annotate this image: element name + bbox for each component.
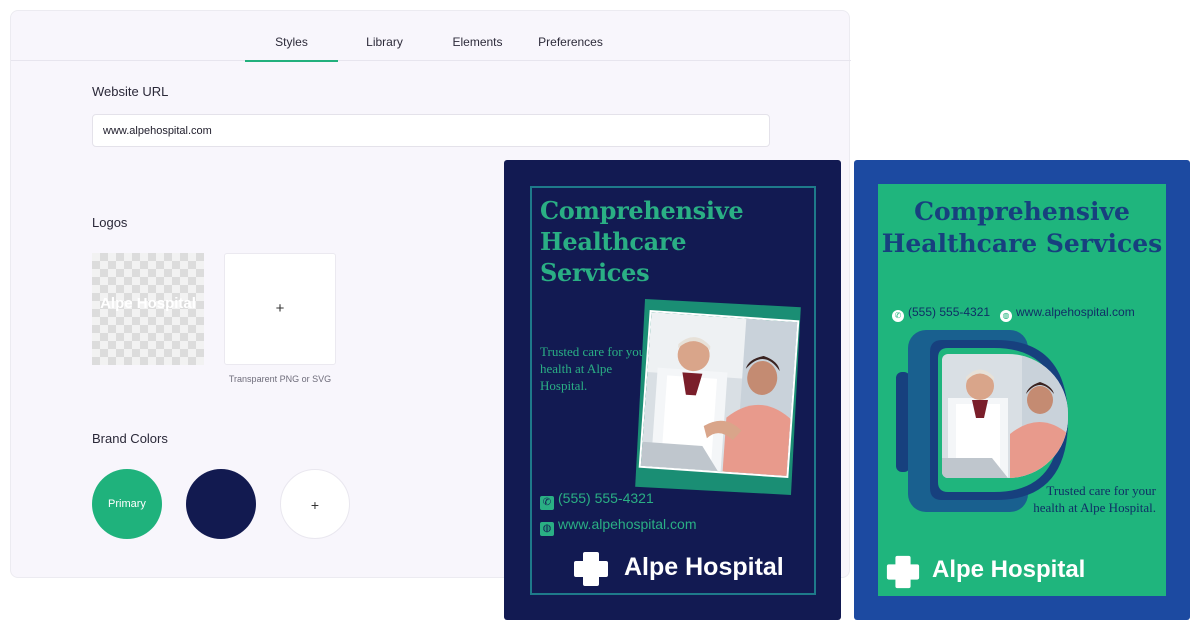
canvas: Styles Library Elements Preferences Webs… [0,0,1200,630]
poster-website-text: www.alpehospital.com [1016,305,1135,319]
tab-elements[interactable]: Elements [431,11,524,61]
poster-phone-text: (555) 555-4321 [908,305,991,319]
website-url-input[interactable] [92,114,770,147]
phone-icon: ✆ [540,496,554,510]
poster-dark-preview[interactable]: Comprehensive Healthcare Services Truste… [504,160,841,620]
poster-brand: Alpe Hospital [572,549,822,589]
tab-styles[interactable]: Styles [245,11,338,62]
add-color-button[interactable]: + [280,469,350,539]
poster-phone: ✆ (555) 555-4321 [540,490,654,510]
logo-preview-text: Alpe Hospital [100,295,196,312]
color-swatch-navy[interactable] [186,469,256,539]
poster-title: Comprehensive Healthcare Services [540,196,744,287]
add-logo-button[interactable]: + [224,253,336,365]
poster-brand: Alpe Hospital [885,554,1155,590]
poster-phone-text: (555) 555-4321 [558,490,654,506]
tab-preferences[interactable]: Preferences [524,11,617,61]
logos-label: Logos [92,215,128,230]
color-swatch-primary[interactable]: Primary [92,469,162,539]
doctor-patient-photo [942,354,1068,478]
globe-icon: ◍ [1000,310,1012,322]
globe-icon: ◍ [540,522,554,536]
cross-logo-icon [574,552,608,586]
logo-preview[interactable]: Alpe Hospital [92,253,204,365]
tab-bar: Styles Library Elements Preferences [11,11,851,62]
logo-format-hint: Transparent PNG or SVG [228,374,332,384]
cross-logo-icon [886,555,920,589]
poster-panel: Comprehensive Healthcare Services ✆ (555)… [878,184,1166,596]
poster-website-text: www.alpehospital.com [558,516,697,532]
poster-green-preview[interactable]: Comprehensive Healthcare Services ✆ (555)… [854,160,1190,620]
poster-phone: ✆ (555) 555-4321 [892,305,990,322]
website-url-label: Website URL [92,84,169,99]
doctor-patient-photo [638,309,800,479]
poster-website: ◍ www.alpehospital.com [1000,305,1135,322]
poster-title: Comprehensive Healthcare Services [881,197,1163,258]
tab-library[interactable]: Library [338,11,431,61]
poster-website: ◍ www.alpehospital.com [540,516,697,536]
brand-colors-label: Brand Colors [92,431,168,446]
poster-brand-name: Alpe Hospital [932,556,1086,583]
poster-brand-name: Alpe Hospital [624,553,784,581]
phone-icon: ✆ [892,310,904,322]
poster-tagline: Trusted care for your health at Alpe Hos… [1033,483,1156,515]
